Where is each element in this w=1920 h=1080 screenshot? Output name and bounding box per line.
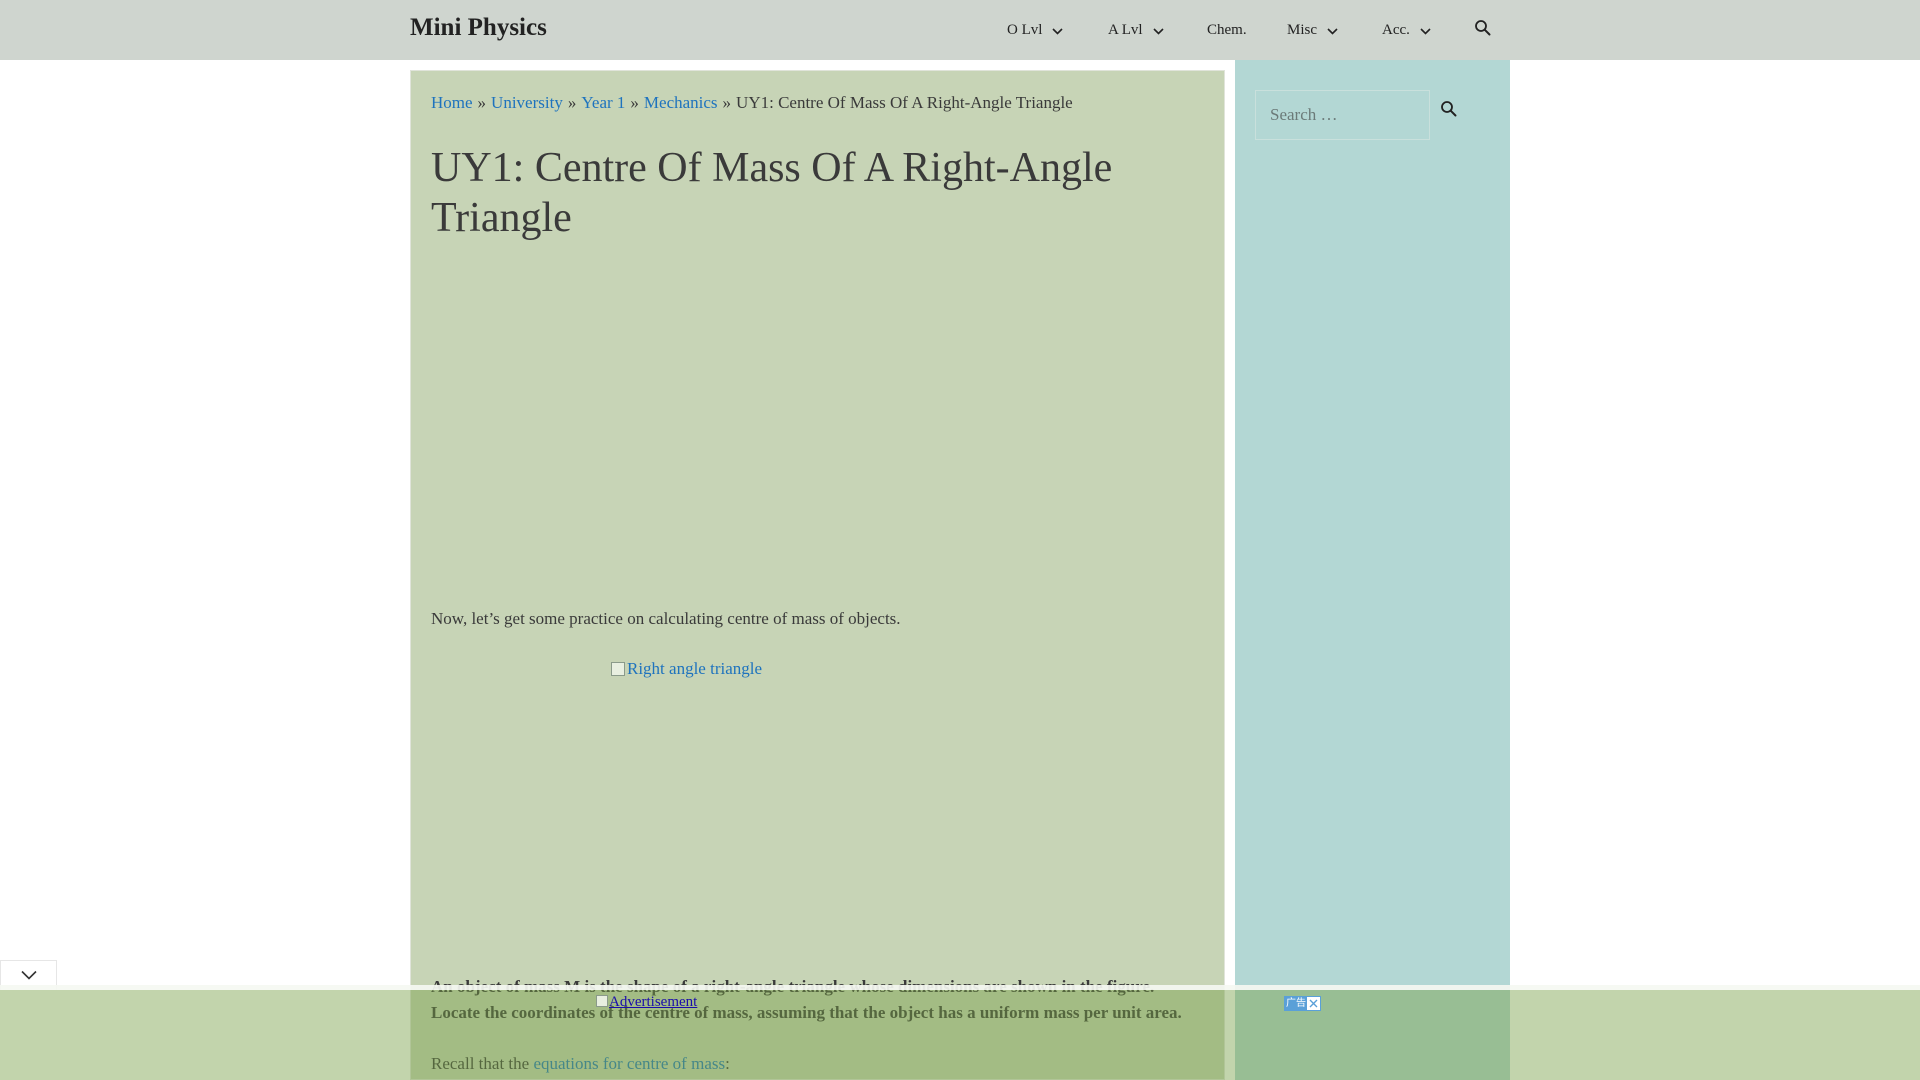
figure-right-angle-triangle[interactable]: Right angle triangle [611, 659, 762, 679]
main-navigation: O Lvl A Lvl Chem. Misc Acc. [0, 0, 1920, 60]
breadcrumb-home[interactable]: Home [431, 93, 473, 112]
breadcrumb-year-1[interactable]: Year 1 [581, 93, 625, 112]
ad-label-badge: 广告 [1284, 996, 1308, 1011]
chevron-down-icon [1052, 1, 1063, 61]
advertisement-text: Advertisement [609, 994, 698, 1010]
nav-item-misc[interactable]: Misc [1287, 0, 1338, 60]
main-content: Home» University» Year 1» Mechanics» UY1: Ce… [410, 70, 1225, 1080]
chevron-down-icon [21, 970, 37, 980]
nav-item-label: Misc [1287, 22, 1317, 38]
search-submit-button[interactable] [1440, 100, 1470, 130]
nav-item-chem[interactable]: Chem. [1207, 0, 1247, 60]
search-icon[interactable] [1474, 19, 1494, 39]
close-icon[interactable] [1306, 996, 1321, 1011]
breadcrumb-university[interactable]: University [491, 93, 563, 112]
nav-item-label: A Lvl [1108, 22, 1143, 38]
bottom-ad-banner: Advertisement 广告 [0, 985, 1920, 1080]
chevron-down-icon [1420, 1, 1431, 61]
breadcrumb-current: UY1: Centre Of Mass Of A Right-Angle Tri… [736, 93, 1073, 112]
broken-image-icon [596, 995, 608, 1007]
breadcrumb-separator: » [722, 93, 732, 112]
chevron-down-icon [1153, 1, 1164, 61]
nav-item-a-lvl[interactable]: A Lvl [1108, 0, 1164, 60]
breadcrumb-separator: » [567, 93, 577, 112]
sidebar [1235, 60, 1510, 1080]
intro-paragraph: Now, let’s get some practice on calculat… [431, 609, 901, 628]
nav-item-label: O Lvl [1007, 22, 1043, 38]
advertisement-link[interactable]: Advertisement [596, 994, 697, 1011]
chevron-down-icon [1327, 1, 1338, 61]
breadcrumb-mechanics[interactable]: Mechanics [644, 93, 718, 112]
figure-alt-text: Right angle triangle [627, 659, 763, 678]
breadcrumb-separator: » [477, 93, 487, 112]
breadcrumb: Home» University» Year 1» Mechanics» UY1: Ce… [431, 93, 1073, 113]
page-title: UY1: Centre Of Mass Of A Right-Angle Tri… [431, 145, 1113, 241]
nav-item-o-lvl[interactable]: O Lvl [1007, 0, 1063, 60]
site-header: Mini Physics O Lvl A Lvl Chem. Misc Acc. [0, 0, 1920, 60]
nav-item-label: Acc. [1382, 22, 1410, 38]
search-input[interactable] [1255, 90, 1430, 140]
nav-item-acc[interactable]: Acc. [1382, 0, 1431, 60]
nav-item-label: Chem. [1207, 22, 1247, 38]
breadcrumb-separator: » [630, 93, 639, 112]
search-icon [1441, 101, 1457, 117]
broken-image-icon [611, 662, 625, 676]
